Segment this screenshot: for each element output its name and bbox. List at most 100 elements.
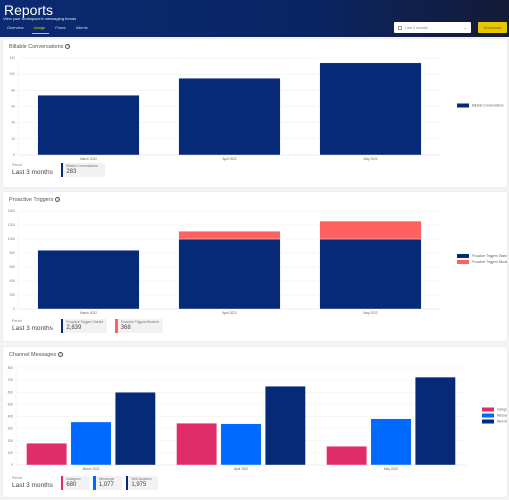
legend-label: Proactive Triggers Started [472,254,507,258]
legend-swatch [482,407,494,412]
x-tick-label: April 2022 [222,311,237,315]
stat-value: 283 [66,169,77,175]
bar-web-assistant-march-2022 [114,392,156,466]
legend-label: Billable Conversations [472,104,504,108]
proactive-triggers-chart: 0 200 400 600 800 1000 1200 1400 March 2022 April… [8,209,507,315]
y-tick-label: 20 [11,137,15,141]
bar-billable-conversations-march-2022 [37,94,140,156]
y-tick-label: 120 [10,56,16,60]
chevron-down-icon: ⌄ [463,25,467,30]
stat-value: 680 [66,482,77,488]
y-tick-label: 1400 [8,209,15,213]
y-tick-label: 500 [8,402,14,406]
legend-swatch [457,254,469,258]
stat-label: Web Assistant [131,477,152,481]
y-tick-label: 1000 [8,237,15,241]
legend-label: Messenger [497,414,507,418]
legend-swatch [457,260,469,264]
bar-messenger-april-2022 [220,423,262,466]
x-tick-label: April 2022 [222,157,237,161]
legend-label: Web Assistant [497,420,507,424]
x-tick-label: May 2022 [364,157,378,161]
y-tick-label: 200 [8,439,14,443]
y-tick-label: 100 [10,72,16,76]
period-summary: Period Last 3 months [12,163,53,176]
proactive-triggers-card: Proactive Triggers? 0 200 400 600 800 1000 120… [3,192,507,341]
tab-overview[interactable]: Overview [5,24,28,34]
period-summary: Period Last 3 months [12,319,53,332]
y-tick-label: 100 [8,451,14,455]
bar-web-assistant-april-2022 [264,385,306,466]
y-tick-label: 60 [11,105,15,109]
y-tick-label: 700 [8,378,14,382]
x-tick-label: March 2022 [80,311,97,315]
bar-messenger-march-2022 [70,421,112,466]
y-tick-label: 0 [13,307,15,311]
stat-web-assistant: Web Assistant 1,975 [125,476,159,490]
y-tick-label: 0 [13,153,15,157]
x-tick-label: April 2022 [234,467,249,471]
stat-label: Messenger [98,477,115,481]
stat-label: Proactive Triggers Blocked [120,320,159,324]
bar-messenger-may-2022 [370,418,412,466]
bar-billable-conversations-april-2022 [178,78,281,156]
legend-swatch [482,413,494,418]
date-range-select[interactable]: Last 3 months ⌄ [394,22,471,33]
y-tick-label: 800 [10,251,16,255]
page-subtitle: View your workspace's messaging trends [3,16,77,21]
y-tick-label: 400 [10,279,16,283]
bar-instagram-april-2022 [176,422,218,466]
bar-proactive-triggers-blocked-april-2022 [178,230,281,240]
calendar-icon [398,25,402,30]
y-tick-label: 0 [11,463,13,467]
legend-swatch [457,103,469,108]
period-label: Period [12,476,23,480]
x-tick-label: March 2022 [83,467,100,471]
stat-triggers-started: Proactive Triggers Started 2,839 [60,319,108,333]
report-tabs: Overview Usage Flows Intents [5,24,96,34]
bar-instagram-may-2022 [326,446,368,466]
x-tick-label: May 2022 [364,311,378,315]
y-tick-label: 300 [8,427,14,431]
period-value: Last 3 months [12,482,53,489]
stat-triggers-blocked: Proactive Triggers Blocked 368 [115,319,163,333]
period-label: Period [12,163,23,167]
tab-usage[interactable]: Usage [31,24,50,34]
channel-messages-chart: 0 100 200 300 400 500 600 700 800 March 2022 April… [8,366,507,471]
bar-proactive-triggers-started-april-2022 [178,238,281,310]
period-label: Period [12,319,23,323]
bar-instagram-march-2022 [26,442,68,466]
bar-web-assistant-may-2022 [414,376,456,466]
stat-value: 1,077 [98,482,114,488]
stat-billable-conversations: Billable Conversations 283 [60,163,106,177]
stat-value: 2,839 [66,325,82,331]
download-button[interactable]: Download [478,22,507,33]
stat-messenger: Messenger 1,077 [93,476,122,490]
period-value: Last 3 months [12,169,53,176]
y-tick-label: 600 [10,265,16,269]
x-tick-label: March 2022 [80,157,97,161]
bar-proactive-triggers-started-march-2022 [37,250,140,310]
billable-conversations-card: Billable Conversations? 0 20 40 60 80 100 120 M… [3,39,507,187]
date-range-value: Last 3 months [405,25,428,30]
billable-conversations-chart: 0 20 40 60 80 100 120 March 2022 April 2022 May 2… [10,56,504,161]
stats-row: Period Last 3 months Billable Conversati… [12,163,106,177]
x-tick-label: May 2022 [384,467,398,471]
y-tick-label: 40 [11,121,15,125]
tab-intents[interactable]: Intents [74,24,92,34]
period-value: Last 3 months [12,325,53,332]
y-tick-label: 1200 [8,223,15,227]
y-tick-label: 80 [11,88,15,92]
stat-label: Billable Conversations [66,164,98,168]
channel-messages-card: Channel Messages? 0 100 200 300 400 500 600 700… [3,347,507,497]
stats-row: Period Last 3 months Proactive Triggers … [12,319,163,333]
stat-value: 368 [120,325,131,331]
bar-proactive-triggers-blocked-may-2022 [319,220,422,240]
legend-label: Proactive Triggers Blocked [472,260,507,264]
page-header: Reports View your workspace's messaging … [0,0,509,37]
y-tick-label: 400 [8,415,14,419]
stat-value: 1,975 [131,482,147,488]
legend-label: Instagram [497,408,507,412]
stat-label: Instagram [66,477,81,481]
tab-flows[interactable]: Flows [53,24,69,34]
